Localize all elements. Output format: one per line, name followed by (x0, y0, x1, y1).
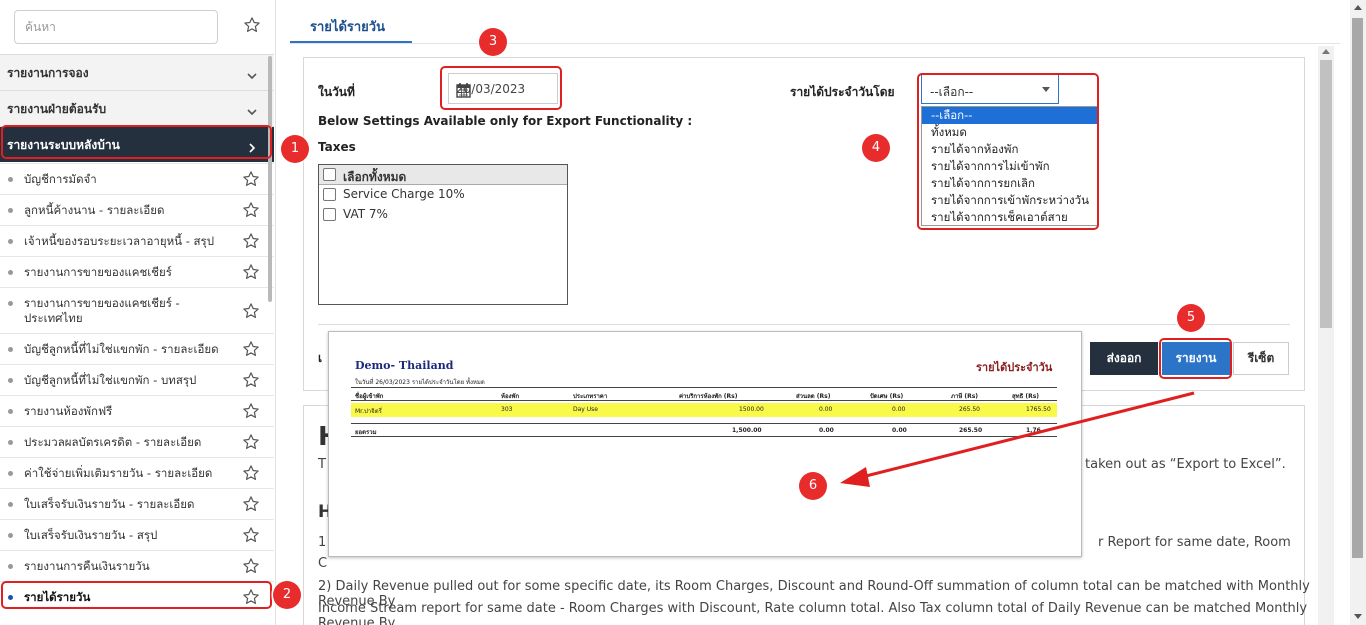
step-badge: 6 (799, 472, 827, 500)
step-badge: 1 (281, 135, 309, 163)
step-badge: 4 (862, 134, 890, 162)
step-badge: 2 (273, 581, 301, 609)
step-badge: 3 (479, 28, 507, 56)
arrow-annotation (840, 391, 1195, 487)
step-badge: 5 (1177, 304, 1205, 332)
app-root: รายงานการจอง รายงานฝ่ายต้อนรับ รายงานระบ… (0, 0, 1366, 625)
